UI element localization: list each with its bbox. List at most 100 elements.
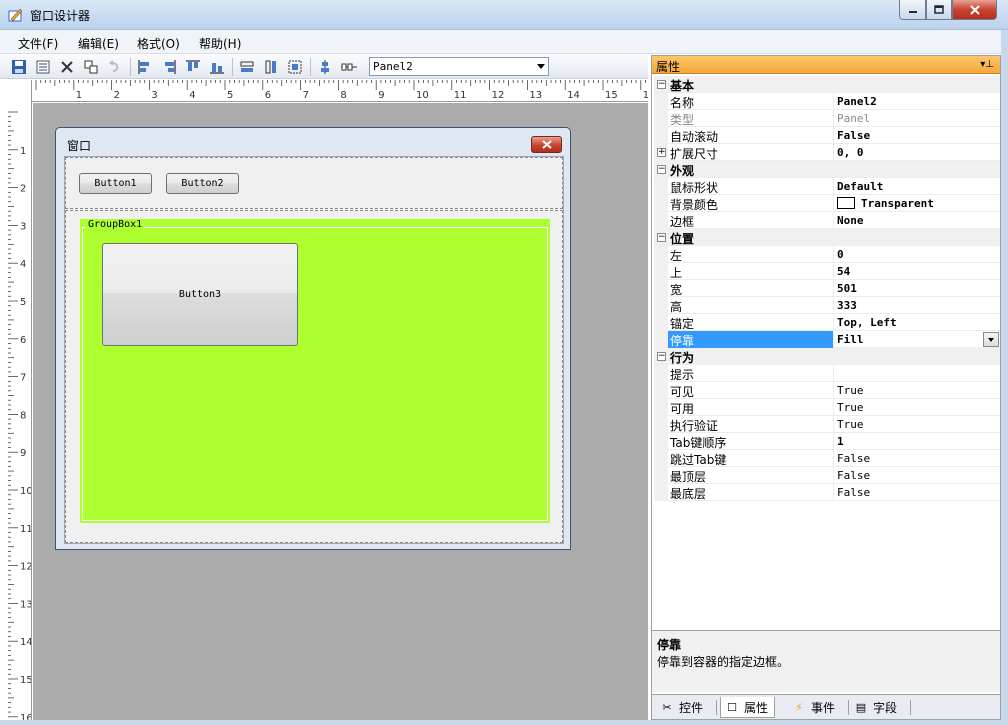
property-value[interactable]: 501	[833, 280, 1000, 297]
collapse-icon[interactable]: −	[657, 165, 666, 174]
property-value[interactable]: Panel	[833, 110, 1000, 127]
property-value[interactable]: Default	[833, 178, 1000, 195]
property-name: 最底层	[670, 487, 707, 501]
component-select[interactable]: Panel2	[369, 57, 549, 76]
menu-help[interactable]: 帮助(H)	[199, 35, 241, 52]
groupbox1[interactable]: GroupBox1 Button3	[80, 219, 550, 523]
tab-separator	[848, 700, 849, 715]
same-height-button[interactable]	[262, 58, 280, 76]
button1[interactable]: Button1	[79, 173, 152, 194]
property-row[interactable]: 名称 Panel2	[654, 93, 1000, 110]
property-row[interactable]: 最顶层 False	[654, 467, 1000, 484]
center-vertical-button[interactable]	[316, 58, 334, 76]
property-category[interactable]: − 行为	[654, 348, 1000, 365]
collapse-icon[interactable]: −	[657, 80, 666, 89]
minimize-button[interactable]	[899, 0, 926, 20]
property-value[interactable]: 54	[833, 263, 1000, 280]
category-label: 行为	[670, 351, 695, 365]
property-value[interactable]: 1	[833, 433, 1000, 450]
property-value-text: 54	[837, 265, 851, 278]
ruler-label: 8	[20, 410, 26, 421]
property-category[interactable]: − 外观	[654, 161, 1000, 178]
designer-form[interactable]: 窗口 Button1 Button2 GroupBox1 Button3	[55, 127, 571, 550]
property-row[interactable]: 提示	[654, 365, 1000, 382]
property-row[interactable]: 可用 True	[654, 399, 1000, 416]
undo-button[interactable]	[106, 58, 124, 76]
property-value[interactable]: Transparent	[833, 195, 1000, 212]
property-row[interactable]: 上 54	[654, 263, 1000, 280]
button3[interactable]: Button3	[102, 243, 298, 346]
tab-fields[interactable]: ▤ 字段	[854, 697, 897, 718]
save-button[interactable]	[10, 58, 28, 76]
property-row[interactable]: 类型 Panel	[654, 110, 1000, 127]
property-row[interactable]: 最底层 False	[654, 484, 1000, 501]
property-value[interactable]: Fill	[833, 331, 1000, 348]
menu-file[interactable]: 文件(F)	[18, 35, 58, 52]
property-value[interactable]: False	[833, 467, 1000, 484]
property-row[interactable]: 宽 501	[654, 280, 1000, 297]
align-right-button[interactable]	[160, 58, 178, 76]
property-value-text: 0, 0	[837, 146, 864, 159]
collapse-icon[interactable]: −	[657, 233, 666, 242]
menu-edit[interactable]: 编辑(E)	[78, 35, 119, 52]
property-value[interactable]: True	[833, 382, 1000, 399]
panel2[interactable]: GroupBox1 Button3	[65, 210, 563, 543]
property-name: 可用	[670, 402, 695, 416]
property-value[interactable]: 0	[833, 246, 1000, 263]
property-value[interactable]: None	[833, 212, 1000, 229]
button2[interactable]: Button2	[166, 173, 239, 194]
expand-icon[interactable]: +	[657, 148, 666, 157]
tab-events[interactable]: ⚡ 事件	[792, 697, 835, 718]
property-value[interactable]	[833, 365, 1000, 382]
tab-properties[interactable]: ☐ 属性	[720, 697, 776, 718]
property-category[interactable]: − 基本	[654, 76, 1000, 93]
property-row[interactable]: 执行验证 True	[654, 416, 1000, 433]
same-size-button[interactable]	[286, 58, 304, 76]
property-value[interactable]: False	[833, 127, 1000, 144]
property-row[interactable]: 可见 True	[654, 382, 1000, 399]
property-value[interactable]: False	[833, 484, 1000, 501]
property-value[interactable]: Panel2	[833, 93, 1000, 110]
menu-format[interactable]: 格式(O)	[137, 35, 180, 52]
vertical-ruler-ticks: 12345678910111213141516	[8, 111, 32, 720]
center-horizontal-button[interactable]	[340, 58, 358, 76]
property-category[interactable]: − 位置	[654, 229, 1000, 246]
property-row[interactable]: 背景颜色 Transparent	[654, 195, 1000, 212]
align-bottom-button[interactable]	[208, 58, 226, 76]
property-value[interactable]: Top, Left	[833, 314, 1000, 331]
pin-icon[interactable]: ▾⊥	[980, 59, 994, 70]
property-row[interactable]: 左0	[654, 246, 1000, 263]
property-row[interactable]: 停靠 Fill	[654, 331, 1000, 348]
properties-button[interactable]	[34, 58, 52, 76]
ruler-label: 10	[20, 486, 32, 497]
property-value[interactable]: False	[833, 450, 1000, 467]
maximize-button[interactable]	[926, 0, 952, 20]
property-row[interactable]: + 扩展尺寸 0, 0	[654, 144, 1000, 161]
delete-button[interactable]	[58, 58, 76, 76]
properties-icon: ☐	[727, 700, 737, 714]
row-gutter	[654, 297, 668, 314]
property-value[interactable]: True	[833, 399, 1000, 416]
same-width-button[interactable]	[238, 58, 256, 76]
property-value[interactable]: 333	[833, 297, 1000, 314]
copy-button[interactable]	[82, 58, 100, 76]
property-row[interactable]: 自动滚动 False	[654, 127, 1000, 144]
panel1[interactable]: Button1 Button2	[65, 157, 563, 209]
row-gutter	[654, 399, 668, 416]
tab-controls[interactable]: ✂ 控件	[660, 697, 703, 718]
close-button[interactable]	[952, 0, 997, 20]
property-value[interactable]: True	[833, 416, 1000, 433]
property-value[interactable]: 0, 0	[833, 144, 1000, 161]
align-top-button[interactable]	[184, 58, 202, 76]
property-row[interactable]: Tab键顺序 1	[654, 433, 1000, 450]
collapse-icon[interactable]: −	[657, 352, 666, 361]
lightning-icon: ⚡	[795, 701, 803, 714]
property-row[interactable]: 锚定 Top, Left	[654, 314, 1000, 331]
property-row[interactable]: 跳过Tab键 False	[654, 450, 1000, 467]
align-left-button[interactable]	[136, 58, 154, 76]
dropdown-button[interactable]	[983, 332, 999, 347]
property-row[interactable]: 边框 None	[654, 212, 1000, 229]
property-row[interactable]: 鼠标形状 Default	[654, 178, 1000, 195]
form-close-button[interactable]	[531, 136, 562, 153]
property-row[interactable]: 高 333	[654, 297, 1000, 314]
